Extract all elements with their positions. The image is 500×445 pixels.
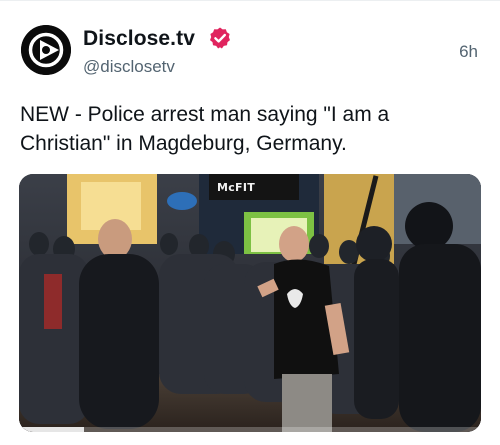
shop-sign-text: McFIT <box>216 181 256 194</box>
divider <box>0 0 500 1</box>
street-scene-image <box>19 174 481 432</box>
tweet-card[interactable]: Disclose.tv @disclosetv 6h NEW - Police … <box>0 0 500 445</box>
post-timestamp[interactable]: 6h <box>459 42 478 62</box>
play-logo-icon <box>21 25 71 75</box>
avatar[interactable] <box>21 25 71 75</box>
author-handle[interactable]: @disclosetv <box>83 57 175 77</box>
author-name[interactable]: Disclose.tv <box>83 27 195 51</box>
tweet-text: NEW - Police arrest man saying "I am a C… <box>20 103 390 155</box>
video-progress-fill <box>19 427 84 432</box>
video-thumbnail[interactable] <box>19 174 481 432</box>
video-progress-bar[interactable] <box>19 427 481 432</box>
verified-badge-icon <box>210 27 230 49</box>
